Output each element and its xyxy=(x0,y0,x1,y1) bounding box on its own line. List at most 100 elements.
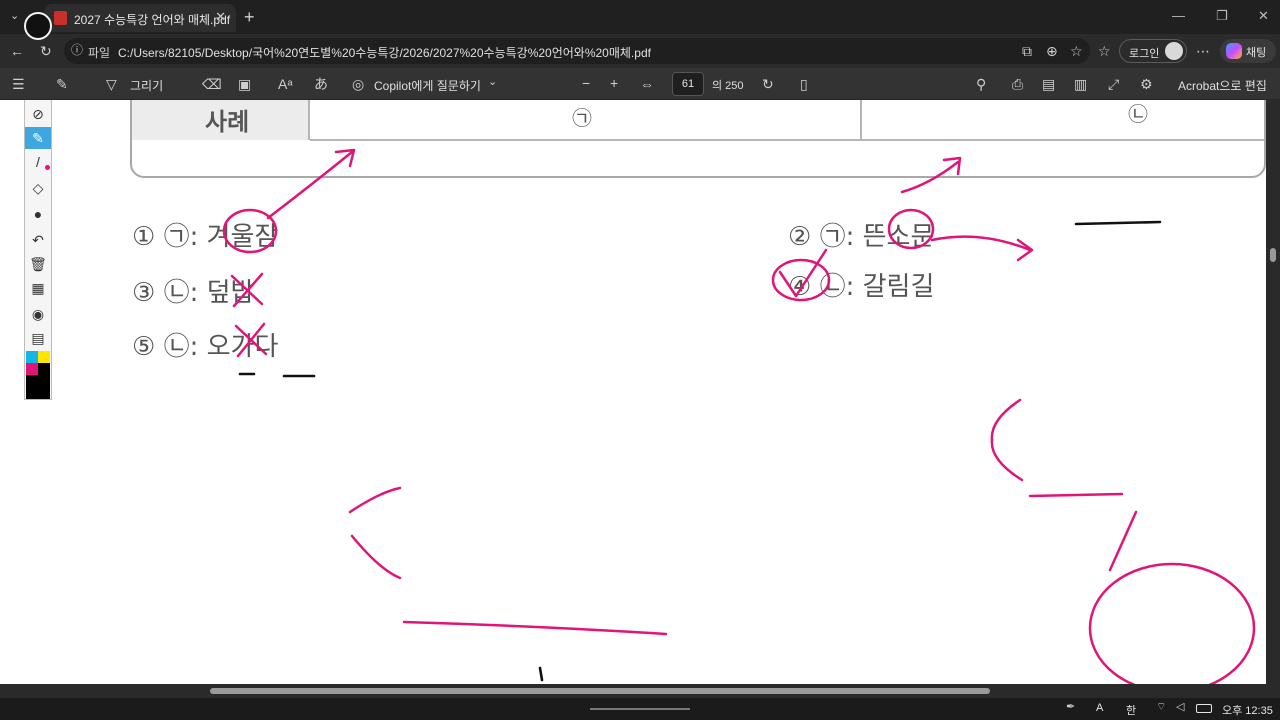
ink-black-underline-2 xyxy=(1074,220,1162,226)
page-view-icon[interactable]: ▯ xyxy=(800,77,808,91)
zoom-icon[interactable]: ⊕ xyxy=(1046,44,1058,58)
rotate-icon[interactable]: ↻ xyxy=(762,77,774,91)
browser-tab[interactable]: 2027 수능특강 언어와 매체.pdf ✕ xyxy=(44,4,236,32)
window-close-icon[interactable]: ✕ xyxy=(1258,8,1269,24)
ink-brace xyxy=(990,398,1024,482)
save-icon[interactable]: ▤ xyxy=(1042,77,1055,91)
ink-underline-2 xyxy=(1028,492,1124,498)
language-indicator[interactable]: 한 xyxy=(1126,702,1136,718)
ink-underline xyxy=(402,620,668,636)
vertical-scrollbar[interactable] xyxy=(1266,100,1280,684)
read-aloud-icon[interactable]: Aᵃ xyxy=(278,77,293,91)
refresh-icon[interactable]: ↻ xyxy=(40,44,52,58)
address-bar-row: ← ↻ ⓘ 파일 C:/Users/82105/Desktop/국어%20연도별… xyxy=(0,34,1280,68)
copilot-small-icon[interactable]: ◎ xyxy=(352,77,364,91)
ink-circle-4 xyxy=(771,258,831,302)
eraser-icon[interactable]: ⌫ xyxy=(202,77,222,91)
ink-cross-5 xyxy=(234,322,268,358)
clock[interactable]: 오후 12:35 xyxy=(1222,702,1273,718)
contents-icon[interactable]: ☰ xyxy=(12,77,25,91)
ink-check-4 xyxy=(778,248,828,298)
pdf-page-viewport[interactable]: 사례 ㉠ ㉡ ① ㉠: 겨울잠 ③ ㉡: 덮밥 ⑤ ㉡: 오가다 ② ㉠: 뜬소… xyxy=(0,100,1266,684)
zoom-in-button[interactable]: + xyxy=(610,76,618,90)
chat-label: 채팅 xyxy=(1246,47,1267,59)
highlight-icon[interactable]: ✎ xyxy=(56,77,68,91)
vertical-scroll-thumb[interactable] xyxy=(1270,248,1276,262)
address-scheme-label: 파일 xyxy=(88,46,111,60)
minimize-icon[interactable]: — xyxy=(1172,8,1185,23)
swatch-magenta[interactable] xyxy=(26,363,38,375)
whiteboard-icon[interactable]: ▦ xyxy=(25,277,51,299)
print-icon[interactable]: ⎙ xyxy=(1012,77,1023,91)
fullscreen-icon[interactable]: ⤢ xyxy=(1108,77,1119,91)
highlighter-icon[interactable]: ✎ xyxy=(25,127,51,149)
swatch-black[interactable] xyxy=(38,363,50,375)
page-total: 의 250 xyxy=(712,80,744,92)
favorites-icon[interactable]: ☆ xyxy=(1098,44,1111,58)
tab-list-chevron-icon[interactable]: ⌄ xyxy=(10,11,19,22)
more-icon[interactable]: ⋯ xyxy=(1196,44,1210,58)
ink-arrow-3 xyxy=(930,235,1034,262)
login-button[interactable]: 로그인 xyxy=(1119,39,1187,63)
fit-page-icon[interactable]: ⇔ xyxy=(640,77,654,91)
save-as-icon[interactable]: ▥ xyxy=(1074,77,1087,91)
taskbar-home-indicator xyxy=(590,708,690,710)
draw-icon[interactable]: ▽ xyxy=(106,77,117,91)
browser-titlebar: ⌄ 2027 수능특강 언어와 매체.pdf ✕ + — ❐ ✕ xyxy=(0,0,1280,34)
pen-off-icon[interactable]: ⊘ xyxy=(25,103,51,125)
ink-slash xyxy=(1108,510,1138,572)
battery-icon[interactable] xyxy=(1196,704,1212,713)
color-palette[interactable] xyxy=(26,351,50,399)
back-arrow-icon[interactable]: ← xyxy=(10,44,24,58)
zoom-out-button[interactable]: − xyxy=(582,76,590,90)
swatch-cyan[interactable] xyxy=(26,351,38,363)
page-number-input[interactable]: 61 xyxy=(672,72,704,96)
ink-black-underline-1 xyxy=(238,372,316,378)
dot-size-icon[interactable]: ● xyxy=(25,203,51,225)
ink-cross-3 xyxy=(230,272,264,308)
swatch-yellow[interactable] xyxy=(38,351,50,363)
new-tab-button[interactable]: + xyxy=(244,8,255,26)
ime-mode[interactable]: A xyxy=(1096,702,1103,714)
search-icon[interactable]: ⚲ xyxy=(976,77,986,91)
draw-label[interactable]: 그리기 xyxy=(130,77,163,94)
info-icon[interactable]: ⓘ xyxy=(71,44,83,56)
reader-icon[interactable]: ⧉ xyxy=(1022,44,1032,58)
avatar xyxy=(1165,42,1183,60)
camera-icon[interactable]: ◉ xyxy=(25,303,51,325)
pen-color-dot xyxy=(45,165,50,170)
eraser-tool-icon[interactable]: ◇ xyxy=(25,177,51,199)
pen-toolbar-handle[interactable] xyxy=(24,12,52,40)
maximize-icon[interactable]: ❐ xyxy=(1216,8,1228,24)
translate-icon[interactable]: あ xyxy=(314,77,328,91)
address-url: C:/Users/82105/Desktop/국어%20연도별%20수능특강/2… xyxy=(118,46,651,60)
copilot-ask-label[interactable]: Copilot에게 질문하기 xyxy=(374,77,481,94)
copilot-icon xyxy=(1226,43,1242,59)
ink-circle-handwritten-note xyxy=(1088,562,1256,684)
pdf-toolbar: ☰ ✎ ▽ 그리기 ⌫ ▣ Aᵃ あ ◎ Copilot에게 질문하기 ⌄ − … xyxy=(0,68,1280,100)
copilot-chat-button[interactable]: 채팅 xyxy=(1220,39,1276,63)
settings-gear-icon[interactable]: ⚙ xyxy=(1140,77,1153,91)
handwritten-annotations xyxy=(222,148,1256,684)
ink-circle-tteun xyxy=(887,208,935,250)
trash-icon[interactable]: 🗑 xyxy=(25,253,51,275)
address-input[interactable]: ⓘ 파일 C:/Users/82105/Desktop/국어%20연도별%20수… xyxy=(64,38,1090,64)
horizontal-scrollbar[interactable] xyxy=(0,684,1280,698)
volume-icon[interactable]: ◁ xyxy=(1176,702,1184,713)
chevron-down-icon[interactable]: ⌄ xyxy=(488,77,497,88)
wifi-icon[interactable]: ⌔ xyxy=(1156,702,1166,713)
horizontal-scroll-thumb[interactable] xyxy=(210,688,990,694)
ink-branch xyxy=(348,486,402,580)
undo-icon[interactable]: ↶ xyxy=(25,229,51,251)
tab-close-icon[interactable]: ✕ xyxy=(215,9,226,25)
clipboard-icon[interactable]: ▤ xyxy=(25,327,51,349)
taskbar: ✒ A 한 ⌔ ◁ 오후 12:35 xyxy=(0,698,1280,720)
acrobat-edit-button[interactable]: Acrobat으로 편집 xyxy=(1178,77,1267,94)
text-box-icon[interactable]: ▣ xyxy=(238,77,251,91)
cursor-icon[interactable]: ⇖ xyxy=(25,100,51,101)
pen-tray-icon[interactable]: ✒ xyxy=(1066,702,1075,713)
ink-black-mark xyxy=(538,666,544,682)
swatch-black-large[interactable] xyxy=(26,375,50,399)
favorite-star-icon[interactable]: ☆ xyxy=(1070,44,1083,58)
tab-title: 2027 수능특강 언어와 매체.pdf xyxy=(74,13,231,27)
